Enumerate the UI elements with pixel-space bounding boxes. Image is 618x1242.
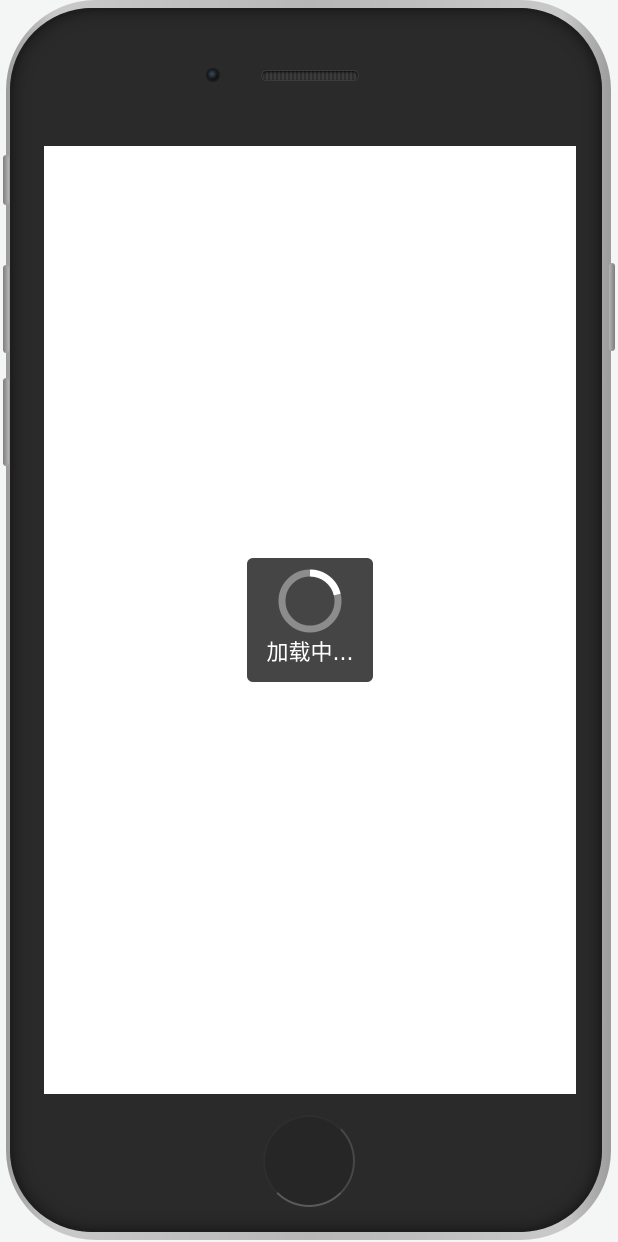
loading-spinner-icon xyxy=(278,569,342,633)
volume-down-button xyxy=(3,378,9,466)
spinner-arc xyxy=(309,569,341,596)
front-camera-icon xyxy=(208,70,218,80)
volume-up-button xyxy=(3,265,9,353)
home-button[interactable] xyxy=(263,1115,355,1207)
mute-switch xyxy=(3,155,9,205)
loading-label: 加载中... xyxy=(266,641,354,666)
power-button xyxy=(609,263,615,351)
earpiece-speaker xyxy=(262,71,358,80)
loading-toast: 加载中... xyxy=(247,558,373,682)
